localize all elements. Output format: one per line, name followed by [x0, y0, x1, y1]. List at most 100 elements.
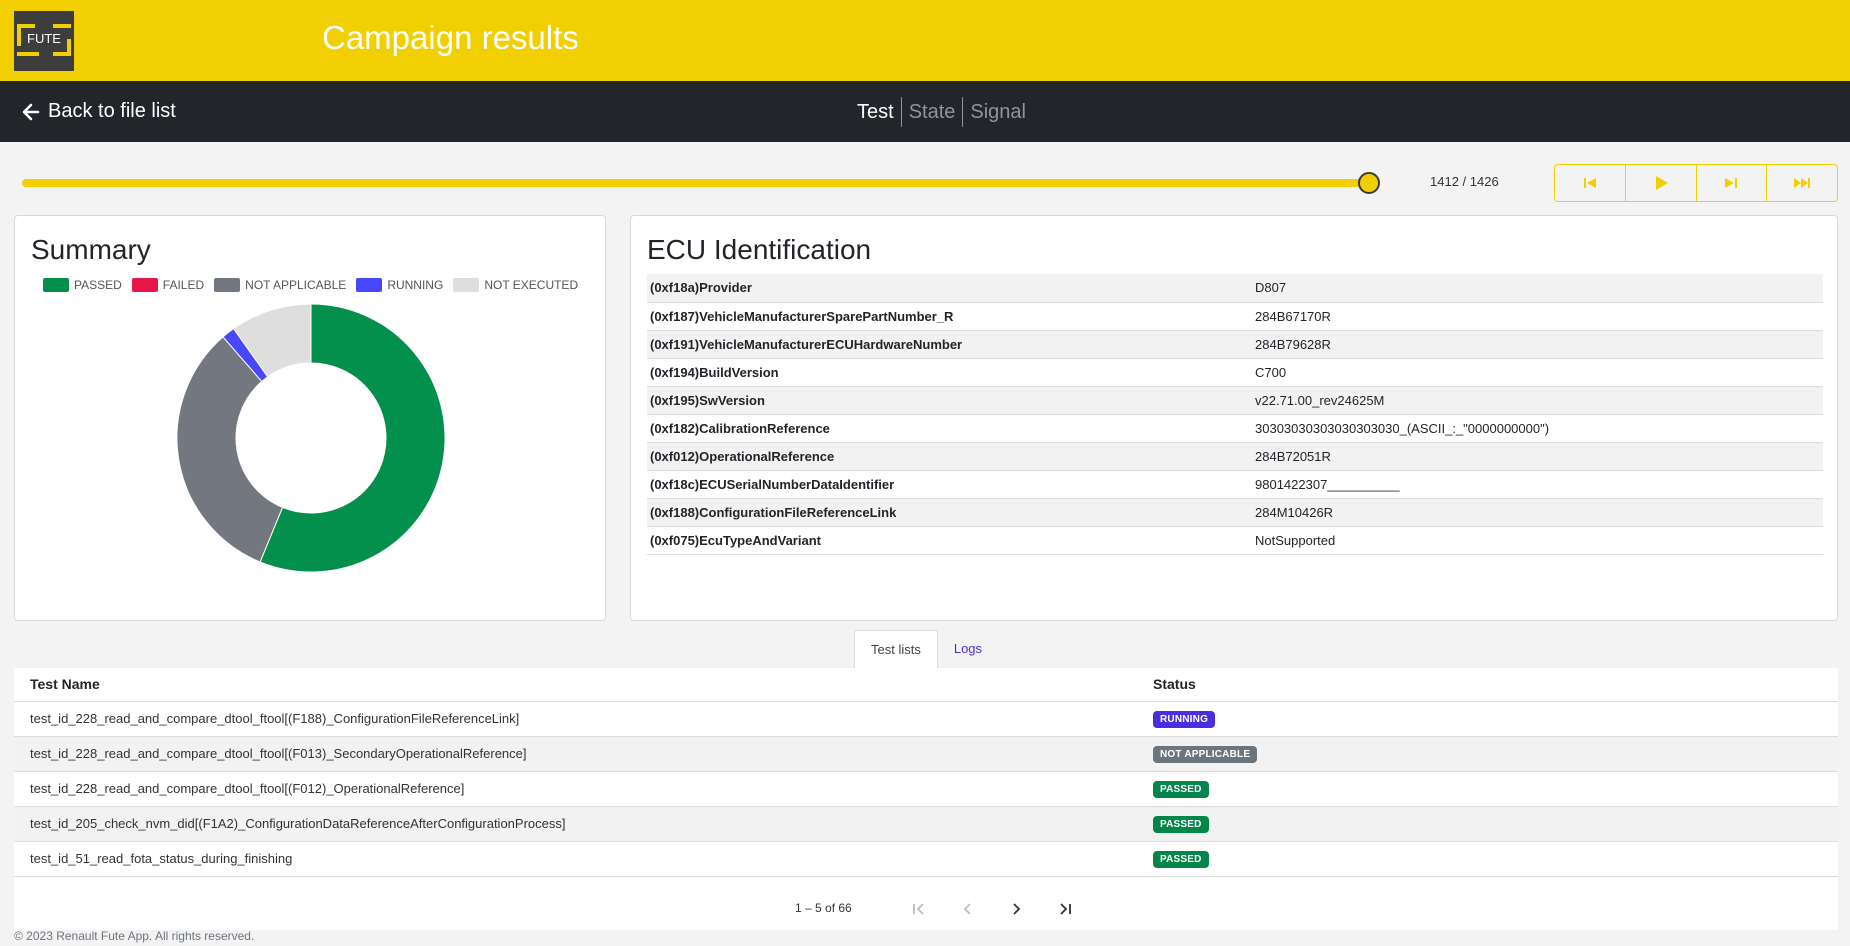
tab-signal[interactable]: Signal: [962, 97, 1033, 127]
table-row[interactable]: test_id_51_read_fota_status_during_finis…: [14, 841, 1838, 877]
status-badge: NOT APPLICABLE: [1153, 745, 1258, 763]
back-link-label: Back to file list: [48, 100, 176, 122]
paginator: 1 – 5 of 66: [14, 893, 1838, 923]
ecu-row: (0xf18c)ECUSerialNumberDataIdentifier 980…: [647, 470, 1823, 499]
ecu-value: D807: [1252, 274, 1823, 303]
ecu-row: (0xf18a)Provider D807: [647, 274, 1823, 303]
first-page-icon: [913, 903, 924, 915]
summary-donut-chart[interactable]: [177, 304, 445, 572]
ecu-key: (0xf18c)ECUSerialNumberDataIdentifier: [647, 470, 1252, 499]
player-controls: [1554, 164, 1838, 202]
ecu-row: (0xf195)SwVersion v22.71.00_rev24625M: [647, 386, 1823, 415]
view-tabs: Test State Signal: [850, 97, 1033, 127]
last-page-button[interactable]: [1053, 897, 1077, 921]
ecu-row: (0xf012)OperationalReference 284B72051R: [647, 442, 1823, 471]
test-name: test_id_51_read_fota_status_during_finis…: [14, 841, 1137, 877]
ecu-row: (0xf075)EcuTypeAndVariant NotSupported: [647, 526, 1823, 555]
tab-logs[interactable]: Logs: [938, 630, 998, 668]
ecu-row: (0xf188)ConfigurationFileReferenceLink 28…: [647, 498, 1823, 527]
legend-swatch: [43, 278, 69, 292]
ecu-value: 30303030303030303030_(ASCII_:_"000000000…: [1252, 414, 1823, 443]
step-forward-button[interactable]: [1695, 165, 1767, 201]
ecu-key: (0xf195)SwVersion: [647, 386, 1252, 415]
ecu-identification-card: ECU Identification (0xf18a)Provider D807 …: [630, 215, 1838, 621]
pager-range-label: 1 – 5 of 66: [795, 901, 852, 915]
timeline-slider-track[interactable]: [22, 179, 1369, 187]
legend-label: PASSED: [74, 278, 122, 292]
ecu-value: 284B72051R: [1252, 442, 1823, 471]
fute-logo[interactable]: FUTE: [14, 11, 74, 71]
legend-label: NOT EXECUTED: [484, 278, 579, 292]
tab-state[interactable]: State: [900, 97, 963, 127]
table-row[interactable]: test_id_205_check_nvm_did[(F1A2)_Configu…: [14, 806, 1838, 842]
legend-item-not-applicable[interactable]: NOT APPLICABLE: [214, 278, 346, 292]
chevron-left-icon: [963, 903, 971, 915]
first-page-button[interactable]: [907, 897, 931, 921]
legend-swatch: [214, 278, 241, 292]
page-title: Campaign results: [322, 19, 579, 56]
back-to-file-list-link[interactable]: Back to file list: [22, 100, 176, 123]
legend-item-running[interactable]: RUNNING: [356, 278, 443, 292]
play-icon: [1655, 176, 1668, 190]
last-page-icon: [1060, 903, 1071, 915]
nav-bar: Back to file list Test State Signal: [0, 81, 1850, 142]
ecu-value: NotSupported: [1252, 526, 1823, 555]
skip-to-end-button[interactable]: [1766, 165, 1837, 201]
tab-test-lists[interactable]: Test lists: [854, 630, 938, 668]
ecu-key: (0xf191)VehicleManufacturerECUHardwareNu…: [647, 330, 1252, 359]
ecu-key: (0xf188)ConfigurationFileReferenceLink: [647, 498, 1252, 527]
results-tabs: Test lists Logs: [854, 630, 998, 668]
table-header-row: Test Name Status: [14, 668, 1838, 702]
skip-to-start-button[interactable]: [1555, 165, 1625, 201]
ecu-value: C700: [1252, 358, 1823, 387]
summary-card: Summary PASSED FAILED NOT APPLICABLE RUN…: [14, 215, 606, 621]
fast-forward-icon: [1794, 178, 1811, 188]
ecu-key: (0xf18a)Provider: [647, 274, 1252, 303]
footer-copyright: © 2023 Renault Fute App. All rights rese…: [14, 929, 255, 943]
chart-legend: PASSED FAILED NOT APPLICABLE RUNNING NOT…: [43, 278, 578, 292]
chevron-right-icon: [1013, 903, 1021, 915]
next-page-button[interactable]: [1004, 897, 1028, 921]
column-header-status[interactable]: Status: [1137, 668, 1838, 702]
ecu-table: (0xf18a)Provider D807 (0xf187)VehicleManu…: [647, 274, 1823, 555]
ecu-value: 284B67170R: [1252, 302, 1823, 331]
ecu-title: ECU Identification: [647, 234, 872, 265]
legend-item-passed[interactable]: PASSED: [43, 278, 122, 292]
ecu-key: (0xf187)VehicleManufacturerSparePartNumb…: [647, 302, 1252, 331]
status-badge: PASSED: [1153, 850, 1209, 868]
ecu-key: (0xf075)EcuTypeAndVariant: [647, 526, 1252, 555]
table-row[interactable]: test_id_228_read_and_compare_dtool_ftool…: [14, 701, 1838, 737]
legend-item-failed[interactable]: FAILED: [131, 278, 205, 292]
legend-label: FAILED: [162, 278, 205, 292]
table-row[interactable]: test_id_228_read_and_compare_dtool_ftool…: [14, 771, 1838, 807]
test-results-panel: Test Name Status test_id_228_read_and_co…: [14, 668, 1838, 930]
status-badge: PASSED: [1153, 780, 1209, 798]
ecu-key: (0xf012)OperationalReference: [647, 442, 1252, 471]
legend-label: NOT APPLICABLE: [245, 278, 347, 292]
ecu-row: (0xf182)CalibrationReference 303030303030…: [647, 414, 1823, 443]
arrow-left-icon: [22, 103, 40, 120]
frame-counter: 1412 / 1426: [1430, 174, 1499, 189]
ecu-value: 284M10426R: [1252, 498, 1823, 527]
app-header: FUTE Campaign results: [0, 0, 1850, 81]
summary-title: Summary: [31, 234, 151, 265]
ecu-row: (0xf187)VehicleManufacturerSparePartNumb…: [647, 302, 1823, 331]
table-row[interactable]: test_id_228_read_and_compare_dtool_ftool…: [14, 736, 1838, 772]
previous-page-button[interactable]: [956, 897, 980, 921]
ecu-key: (0xf182)CalibrationReference: [647, 414, 1252, 443]
ecu-row: (0xf194)BuildVersion C700: [647, 358, 1823, 387]
legend-swatch: [453, 278, 480, 292]
test-name: test_id_228_read_and_compare_dtool_ftool…: [14, 701, 1137, 737]
legend-item-not-executed[interactable]: NOT EXECUTED: [453, 278, 578, 292]
step-forward-icon: [1725, 178, 1738, 188]
test-name: test_id_205_check_nvm_did[(F1A2)_Configu…: [14, 806, 1137, 842]
test-name: test_id_228_read_and_compare_dtool_ftool…: [14, 736, 1137, 772]
test-results-table: Test Name Status test_id_228_read_and_co…: [14, 668, 1838, 877]
tab-test[interactable]: Test: [850, 97, 901, 127]
ecu-value: 284B79628R: [1252, 330, 1823, 359]
status-badge: PASSED: [1153, 815, 1209, 833]
column-header-test-name[interactable]: Test Name: [14, 668, 1137, 702]
play-button[interactable]: [1624, 165, 1696, 201]
ecu-key: (0xf194)BuildVersion: [647, 358, 1252, 387]
timeline-slider-handle[interactable]: [1357, 172, 1380, 194]
